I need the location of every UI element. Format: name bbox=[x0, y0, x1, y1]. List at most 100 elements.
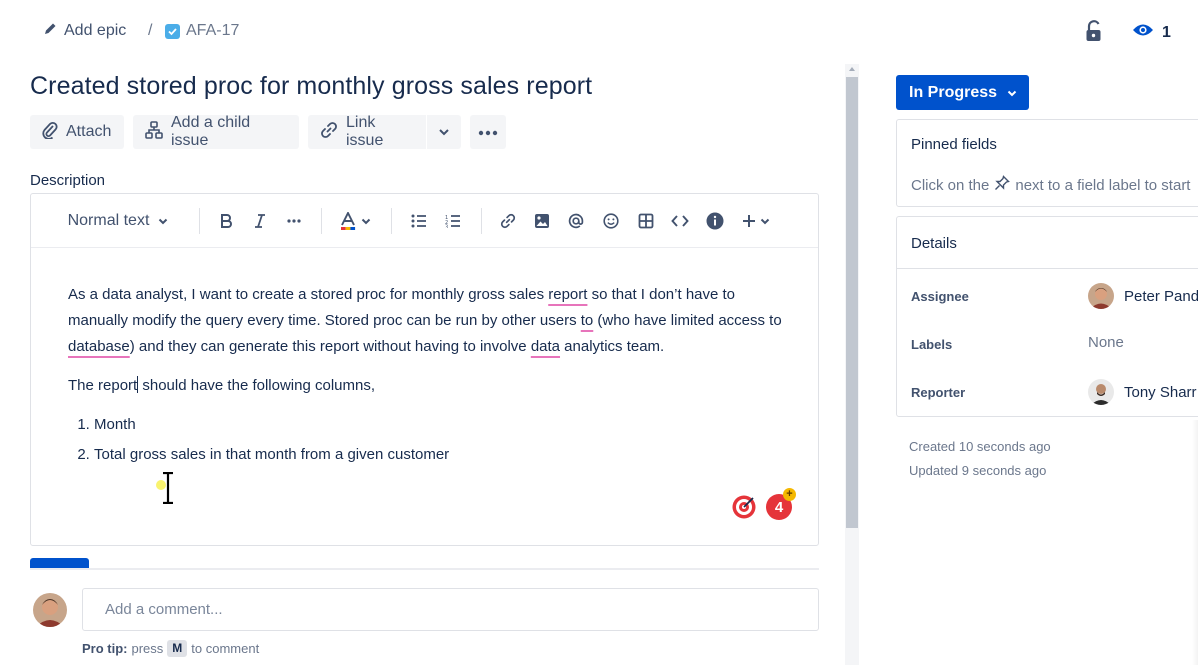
text-run: should have the following columns, bbox=[138, 377, 376, 394]
table-icon bbox=[638, 213, 654, 229]
watchers-button[interactable]: 1 bbox=[1132, 22, 1171, 43]
protip-press: press bbox=[131, 641, 164, 656]
status-dropdown[interactable]: In Progress bbox=[896, 75, 1029, 110]
description-editor[interactable]: Normal text 123 As a data analyst, I wan… bbox=[30, 193, 819, 546]
toolbar-divider bbox=[481, 208, 482, 234]
more-dots-icon bbox=[478, 123, 498, 141]
add-epic-link[interactable]: Add epic bbox=[44, 22, 126, 40]
numbered-list-icon: 123 bbox=[445, 215, 460, 229]
paperclip-icon bbox=[42, 121, 58, 144]
add-child-label: Add a child issue bbox=[171, 114, 251, 149]
chevron-down-icon bbox=[1007, 84, 1017, 102]
description-content[interactable]: As a data analyst, I want to create a st… bbox=[68, 282, 788, 472]
attach-label: Attach bbox=[66, 123, 112, 140]
italic-button[interactable] bbox=[249, 209, 271, 233]
bullet-list-button[interactable] bbox=[408, 209, 430, 233]
attach-button[interactable]: Attach bbox=[30, 115, 124, 149]
scrollbar-thumb[interactable] bbox=[846, 77, 858, 528]
svg-text:3: 3 bbox=[445, 225, 448, 229]
text-run: analytics team. bbox=[560, 338, 665, 355]
list-item: Total gross sales in that month from a g… bbox=[94, 442, 788, 468]
pinned-fields-title: Pinned fields bbox=[911, 136, 997, 153]
code-snippet-button[interactable] bbox=[669, 209, 691, 233]
link-issue-button[interactable]: Link issue bbox=[308, 114, 426, 149]
pin-icon bbox=[994, 175, 1011, 195]
spellcheck-word[interactable]: data bbox=[531, 338, 560, 355]
mention-icon bbox=[568, 213, 584, 229]
link-issue-label: Link issue bbox=[346, 114, 384, 149]
comment-protip: Pro tip: press M to comment bbox=[82, 640, 259, 657]
text-style-label: Normal text bbox=[67, 212, 150, 229]
mention-button[interactable] bbox=[565, 209, 587, 233]
text-color-button[interactable] bbox=[336, 209, 374, 233]
shortcut-key: M bbox=[167, 640, 188, 657]
panel-edge-shadow bbox=[1192, 420, 1198, 665]
numbered-list-button[interactable]: 123 bbox=[442, 209, 464, 233]
text-color-icon bbox=[340, 212, 355, 230]
add-epic-label: Add epic bbox=[64, 22, 127, 39]
target-icon[interactable] bbox=[731, 494, 757, 520]
list-item: Month bbox=[94, 412, 788, 438]
chevron-down-icon bbox=[361, 218, 370, 224]
issue-key-link[interactable]: AFA-17 bbox=[165, 22, 239, 40]
hint-text: Click on the bbox=[911, 176, 990, 194]
text-run: (who have limited access to bbox=[593, 312, 782, 329]
text-style-dropdown[interactable]: Normal text bbox=[63, 209, 173, 233]
details-panel: Details Assignee Peter Pand Labels None … bbox=[896, 216, 1198, 417]
link-icon bbox=[500, 213, 516, 229]
scroll-up-arrow[interactable] bbox=[849, 67, 855, 71]
hint-text: next to a field label to start bbox=[1015, 176, 1191, 194]
reporter-field[interactable]: Tony Sharr bbox=[1088, 379, 1197, 405]
premium-plus-icon: + bbox=[783, 488, 796, 501]
text-run: As a data analyst, I want to create a st… bbox=[68, 286, 549, 303]
details-title[interactable]: Details bbox=[911, 235, 957, 252]
assignee-field[interactable]: Peter Pand bbox=[1088, 283, 1198, 309]
avatar bbox=[1088, 283, 1114, 309]
emoji-icon bbox=[603, 213, 619, 229]
link-issue-dropdown[interactable] bbox=[427, 115, 461, 149]
created-timestamp: Created 10 seconds ago bbox=[909, 439, 1051, 454]
text-run: ) and they can generate this report with… bbox=[129, 338, 531, 355]
bold-button[interactable] bbox=[215, 209, 237, 233]
unlock-icon[interactable] bbox=[1084, 20, 1104, 47]
columns-list: Month Total gross sales in that month fr… bbox=[68, 412, 788, 468]
breadcrumb-separator: / bbox=[148, 22, 153, 39]
details-divider bbox=[897, 268, 1198, 269]
task-type-icon bbox=[165, 23, 180, 39]
editor-toolbar: Normal text 123 bbox=[31, 194, 818, 248]
comment-input[interactable]: Add a comment... bbox=[82, 588, 819, 631]
issue-key-label: AFA-17 bbox=[186, 22, 240, 39]
protip-suffix: to comment bbox=[191, 641, 260, 656]
image-icon bbox=[535, 214, 549, 228]
description-label: Description bbox=[30, 172, 106, 189]
plus-icon bbox=[743, 215, 755, 227]
pinned-fields-panel: Pinned fields Click on the next to a fie… bbox=[896, 119, 1198, 207]
pencil-icon bbox=[44, 22, 57, 40]
issue-title[interactable]: Created stored proc for monthly gross sa… bbox=[30, 72, 592, 101]
insert-table-button[interactable] bbox=[635, 209, 657, 233]
insert-more-button[interactable] bbox=[739, 209, 773, 233]
insert-image-button[interactable] bbox=[531, 209, 553, 233]
insert-link-button[interactable] bbox=[497, 209, 519, 233]
reporter-label: Reporter bbox=[911, 385, 966, 400]
spellcheck-word[interactable]: database bbox=[68, 338, 130, 355]
info-icon bbox=[706, 212, 724, 230]
labels-label: Labels bbox=[911, 337, 953, 352]
eye-icon bbox=[1132, 22, 1154, 43]
toolbar-divider bbox=[321, 208, 322, 234]
updated-timestamp: Updated 9 seconds ago bbox=[909, 463, 1047, 478]
spellcheck-word[interactable]: to bbox=[581, 312, 594, 329]
add-child-issue-button[interactable]: Add a child issue bbox=[133, 114, 299, 149]
description-paragraph: The report should have the following col… bbox=[68, 373, 788, 399]
emoji-button[interactable] bbox=[600, 209, 622, 233]
bullet-list-icon bbox=[411, 214, 426, 228]
more-actions-button[interactable] bbox=[470, 115, 506, 149]
labels-field[interactable]: None bbox=[1088, 334, 1124, 351]
bold-icon bbox=[221, 214, 232, 228]
info-panel-button[interactable] bbox=[704, 209, 726, 233]
protip-label: Pro tip: bbox=[82, 641, 128, 656]
assignee-label: Assignee bbox=[911, 289, 969, 304]
spellcheck-word[interactable]: report bbox=[548, 286, 587, 303]
avatar bbox=[1088, 379, 1114, 405]
more-formatting-button[interactable] bbox=[283, 209, 305, 233]
